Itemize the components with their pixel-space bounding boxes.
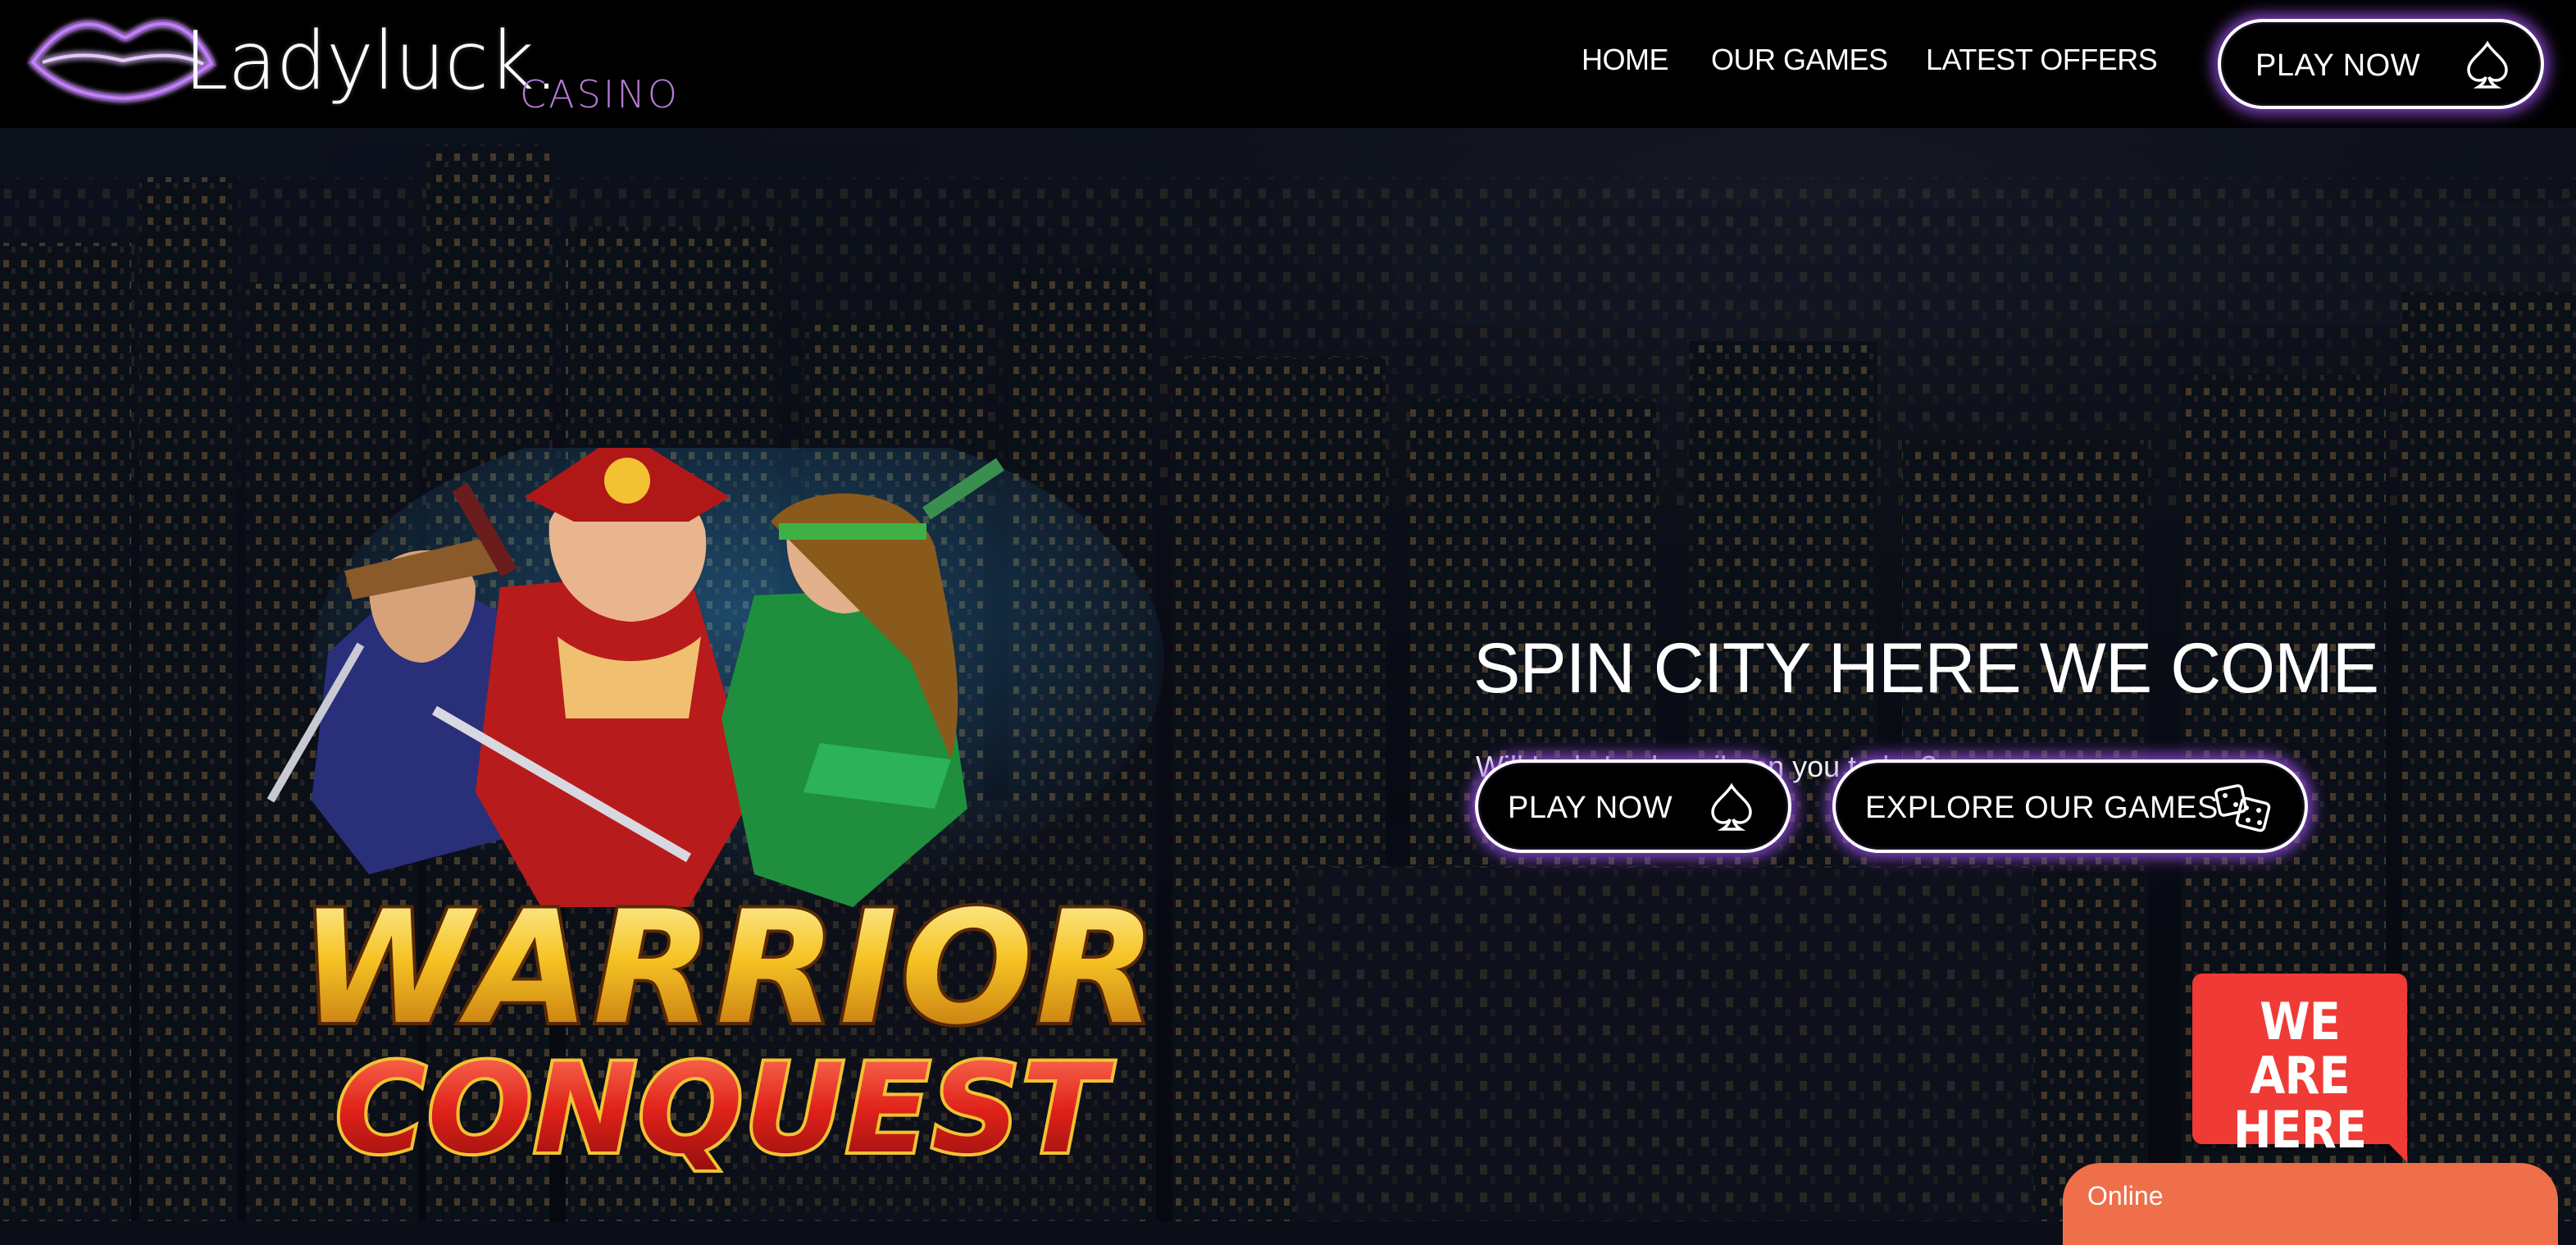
explore-games-label: EXPLORE OUR GAMES [1865, 791, 2219, 825]
chat-we-are-here-badge[interactable]: WE ARE HERE [2192, 974, 2407, 1162]
game-title-text: WARRIOR CONQUEST [297, 874, 1160, 1184]
nav-home[interactable]: HOME [1582, 43, 1669, 77]
warrior-conquest-game-art[interactable]: WARRIOR CONQUEST [230, 448, 1246, 1186]
chat-status-bar[interactable]: Online [2063, 1163, 2558, 1245]
spade-icon [2467, 40, 2508, 89]
spade-icon [1711, 782, 1752, 831]
hero-play-now-button[interactable]: PLAY NOW [1475, 759, 1791, 853]
header-play-now-button[interactable]: PLAY NOW [2218, 19, 2544, 109]
brand-subtitle: CASINO [520, 72, 680, 116]
nav-our-games[interactable]: OUR GAMES [1711, 43, 1888, 77]
hero-title: SPIN CITY HERE WE COME [1473, 629, 2379, 708]
game-title-line1: WARRIOR [300, 878, 1160, 1059]
chat-badge-text: WE ARE HERE [2203, 995, 2396, 1157]
chat-badge-line2: HERE [2232, 1100, 2367, 1160]
explore-games-button[interactable]: EXPLORE OUR GAMES [1832, 759, 2308, 853]
hero-section: WARRIOR CONQUEST SPIN CITY HERE WE COME … [0, 128, 2576, 1221]
game-title-line2: CONQUEST [335, 1038, 1114, 1181]
hero-play-now-label: PLAY NOW [1508, 791, 1673, 825]
top-navigation-bar: Ladyluck. CASINO HOME OUR GAMES LATEST O… [0, 0, 2576, 128]
brand-logo[interactable]: Ladyluck. CASINO [23, 5, 679, 128]
brand-name: Ladyluck. [184, 15, 559, 108]
nav-latest-offers[interactable]: LATEST OFFERS [1926, 43, 2158, 77]
chat-status-label: Online [2087, 1181, 2164, 1211]
dice-icon [2214, 784, 2271, 832]
chat-badge-line1: WE ARE [2250, 992, 2350, 1106]
header-play-now-label: PLAY NOW [2255, 48, 2421, 83]
